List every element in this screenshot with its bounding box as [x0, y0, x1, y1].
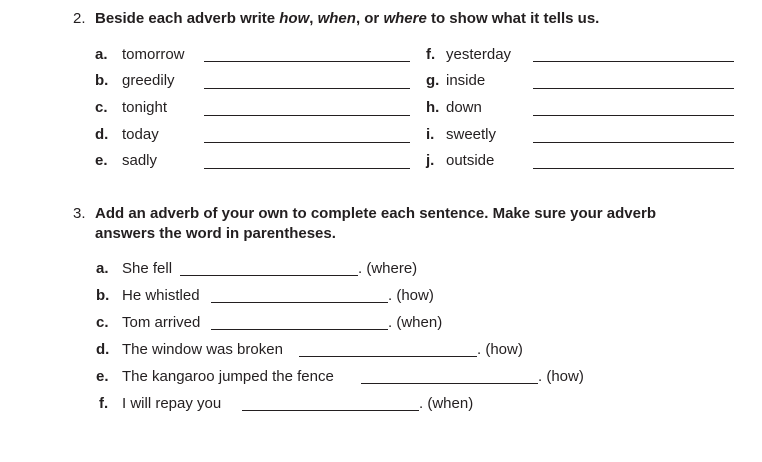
adverb-word: tomorrow — [122, 46, 185, 63]
sentence-text: He whistled — [122, 287, 200, 304]
parenthetical-hint: . (when) — [419, 395, 474, 412]
answer-blank[interactable] — [533, 115, 734, 116]
item-letter: b. — [95, 72, 109, 89]
adverb-word: sadly — [122, 152, 158, 169]
word-when: when — [317, 10, 356, 27]
answer-blank[interactable] — [242, 410, 419, 411]
sentence-text: The kangaroo jumped the fence — [122, 368, 334, 385]
parenthetical-hint: . (when) — [388, 314, 443, 331]
item-letter: i. — [426, 126, 435, 143]
question-2-instruction: Beside each adverb write how, when, or w… — [95, 10, 599, 27]
word-how: how — [279, 10, 310, 27]
question-3-instruction-line1: Add an adverb of your own to complete ea… — [95, 205, 656, 222]
answer-blank[interactable] — [533, 168, 734, 169]
instruction-part: Beside each adverb write — [95, 10, 280, 27]
item-letter: a. — [96, 260, 109, 277]
item-letter: d. — [95, 126, 109, 143]
item-letter: b. — [96, 287, 110, 304]
item-letter: c. — [96, 314, 109, 331]
answer-blank[interactable] — [211, 302, 388, 303]
adverb-word: today — [122, 126, 159, 143]
question-2-number: 2. — [73, 10, 86, 27]
sentence-text: The window was broken — [122, 341, 283, 358]
parenthetical-hint: . (how) — [477, 341, 523, 358]
item-letter: f. — [99, 395, 109, 412]
adverb-word: greedily — [122, 72, 175, 89]
item-letter: e. — [96, 368, 109, 385]
item-letter: e. — [95, 152, 108, 169]
parenthetical-hint: . (where) — [358, 260, 418, 277]
sentence-text: Tom arrived — [122, 314, 201, 331]
answer-blank[interactable] — [361, 383, 538, 384]
answer-blank[interactable] — [204, 168, 410, 169]
parenthetical-hint: . (how) — [388, 287, 434, 304]
adverb-word: outside — [446, 152, 495, 169]
item-letter: d. — [96, 341, 110, 358]
question-3-number: 3. — [73, 205, 86, 222]
instruction-part: , or — [355, 10, 384, 27]
word-where: where — [383, 10, 427, 27]
answer-blank[interactable] — [299, 356, 477, 357]
instruction-part: , — [309, 10, 318, 27]
answer-blank[interactable] — [533, 142, 734, 143]
item-letter: f. — [426, 46, 436, 63]
answer-blank[interactable] — [211, 329, 388, 330]
answer-blank[interactable] — [204, 61, 410, 62]
parenthetical-hint: . (how) — [538, 368, 584, 385]
question-3-instruction-line2: answers the word in parentheses. — [95, 225, 336, 242]
answer-blank[interactable] — [204, 88, 410, 89]
answer-blank[interactable] — [204, 142, 410, 143]
answer-blank[interactable] — [204, 115, 410, 116]
answer-blank[interactable] — [533, 88, 734, 89]
adverb-word: yesterday — [446, 46, 512, 63]
answer-blank[interactable] — [533, 61, 734, 62]
item-letter: c. — [95, 99, 108, 116]
item-letter: h. — [426, 99, 440, 116]
item-letter: a. — [95, 46, 108, 63]
instruction-part: to show what it tells us. — [426, 10, 600, 27]
sentence-text: She fell — [122, 260, 173, 277]
sentence-text: I will repay you — [122, 395, 222, 412]
item-letter: j. — [426, 152, 435, 169]
item-letter: g. — [426, 72, 440, 89]
adverb-word: tonight — [122, 99, 168, 116]
adverb-word: inside — [446, 72, 486, 89]
adverb-word: sweetly — [446, 126, 497, 143]
adverb-word: down — [446, 99, 482, 116]
answer-blank[interactable] — [180, 275, 358, 276]
